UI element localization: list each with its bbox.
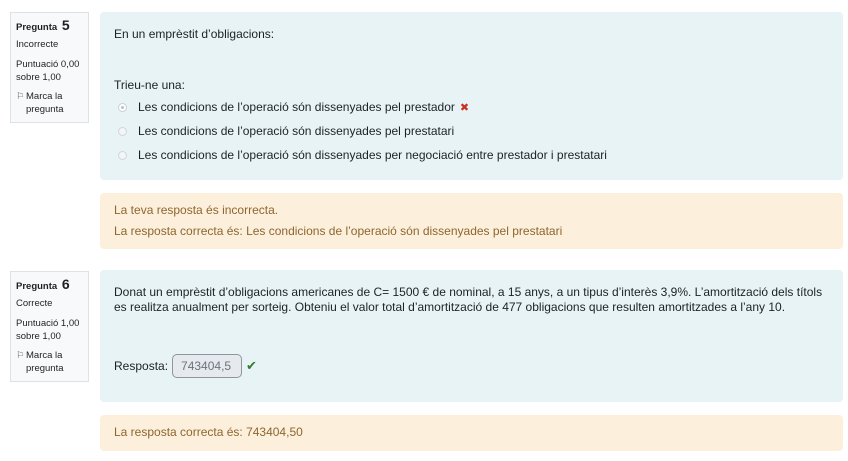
right-answer-text: La resposta correcta és: 743404,50 — [114, 425, 303, 439]
question-number: Pregunta 5 — [16, 17, 88, 34]
option-label: Les condicions de l’operació són disseny… — [138, 100, 455, 114]
question-number-value: 5 — [61, 17, 70, 33]
answer-option-1[interactable]: Les condicions de l’operació són disseny… — [118, 100, 469, 114]
question-text: Donat un emprèstit d’obligacions america… — [114, 285, 823, 314]
flag-icon: ⚐ — [16, 350, 25, 360]
question-state: Correcte — [16, 298, 53, 309]
flag-label: Marca la pregunta — [26, 350, 64, 374]
flag-question-link[interactable]: ⚐ Marca la pregunta — [16, 90, 88, 116]
answer-option-3[interactable]: Les condicions de l’operació són disseny… — [118, 148, 607, 162]
question-formulation-5: En un emprèstit d’obligacions: Trieu-ne … — [100, 12, 843, 180]
question-outcome-5: La teva resposta és incorrecta. La respo… — [100, 193, 843, 249]
question-info-6: Pregunta 6 Correcte Puntuació 1,00 sobre… — [10, 271, 89, 382]
radio-button[interactable] — [118, 150, 127, 160]
question-info-5: Pregunta 5 Incorrecte Puntuació 0,00 sob… — [10, 12, 89, 123]
question-grade: Puntuació 0,00 sobre 1,00 — [16, 59, 80, 83]
question-number: Pregunta 6 — [16, 276, 88, 293]
question-state: Incorrecte — [16, 39, 59, 50]
question-label: Pregunta — [16, 22, 58, 33]
option-label: Les condicions de l’operació són disseny… — [138, 124, 455, 138]
flag-icon: ⚐ — [16, 91, 25, 101]
question-text: En un emprèstit d’obligacions: — [114, 27, 275, 41]
question-formulation-6: Donat un emprèstit d’obligacions america… — [100, 270, 843, 402]
answer-input[interactable]: 743404,5 — [172, 354, 243, 378]
check-icon: ✔ — [246, 358, 257, 373]
answer-prompt: Trieu-ne una: — [114, 78, 185, 92]
answer-option-2[interactable]: Les condicions de l’operació són disseny… — [118, 124, 454, 138]
radio-button[interactable] — [118, 126, 127, 136]
radio-button[interactable] — [118, 102, 127, 112]
question-outcome-6: La resposta correcta és: 743404,50 — [100, 415, 843, 451]
cross-icon: ✖ — [459, 101, 470, 114]
flag-label: Marca la pregunta — [26, 91, 64, 115]
option-label: Les condicions de l’operació són disseny… — [138, 148, 607, 162]
question-number-value: 6 — [61, 276, 70, 292]
question-label: Pregunta — [16, 281, 58, 292]
flag-question-link[interactable]: ⚐ Marca la pregunta — [16, 349, 88, 375]
feedback-text: La teva resposta és incorrecta. — [114, 203, 279, 217]
question-grade: Puntuació 1,00 sobre 1,00 — [16, 318, 80, 342]
right-answer-text: La resposta correcta és: Les condicions … — [114, 224, 563, 238]
answer-label: Resposta: — [114, 359, 169, 373]
answer-row: Resposta: 743404,5 ✔ — [114, 354, 257, 378]
